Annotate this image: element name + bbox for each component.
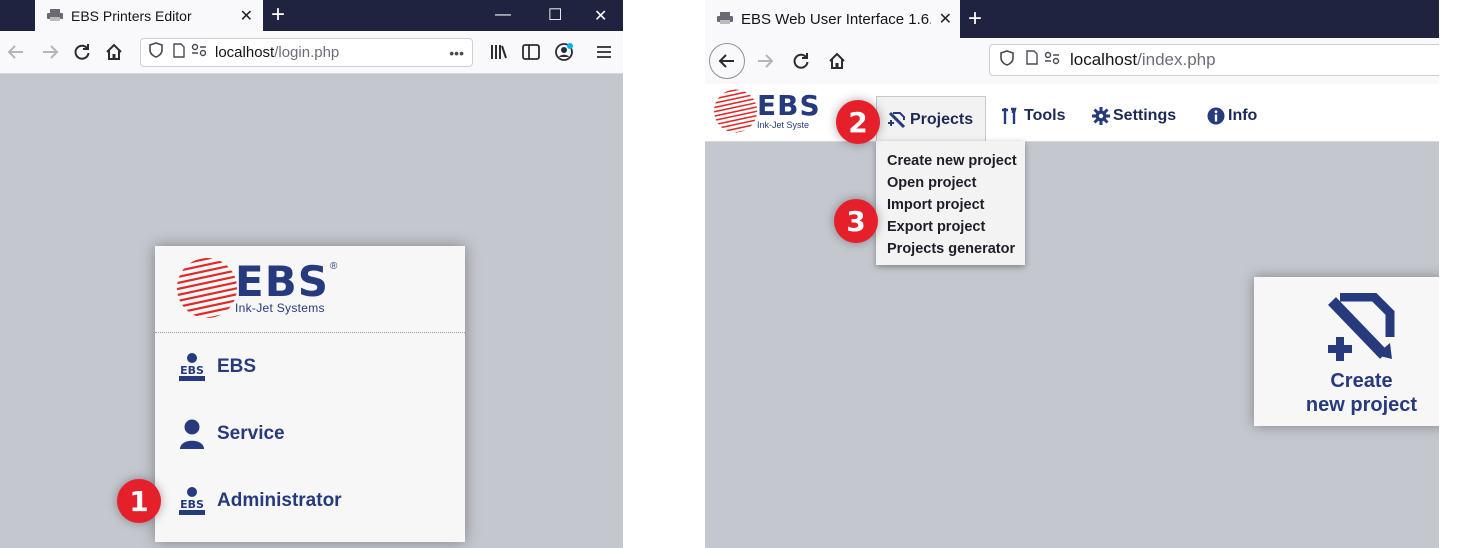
login-option-label: Service bbox=[217, 423, 285, 444]
ebs-logo: EBS ® Ink-Jet Systems bbox=[173, 256, 337, 320]
tab-close-icon[interactable]: ✕ bbox=[240, 6, 253, 26]
login-browser-window: EBS Printers Editor ✕ + — ☐ ✕ localhost/… bbox=[0, 0, 623, 548]
info-icon bbox=[1207, 107, 1225, 125]
tile-label: Create new project bbox=[1254, 369, 1439, 417]
page-icon bbox=[1026, 50, 1038, 70]
url-path: /index.php bbox=[1137, 50, 1216, 69]
registered-mark: ® bbox=[329, 261, 338, 272]
menu-label: Projects bbox=[910, 110, 974, 128]
home-icon[interactable] bbox=[102, 40, 126, 64]
step-badge-1: 1 bbox=[117, 479, 161, 523]
login-option-ebs[interactable]: EBS EBS bbox=[175, 347, 256, 387]
create-project-icon bbox=[1324, 292, 1400, 374]
home-icon[interactable] bbox=[825, 49, 849, 73]
app-browser-window: EBS Web User Interface 1.6. ✕ + localhos… bbox=[705, 0, 1439, 548]
url-path: /login.php bbox=[274, 44, 340, 61]
url-bar[interactable]: localhost/login.php ••• bbox=[140, 38, 473, 67]
shield-icon[interactable] bbox=[149, 42, 163, 63]
menu-label: Settings bbox=[1113, 107, 1177, 124]
menu-label: Tools bbox=[1024, 107, 1066, 124]
tile-label-line1: Create bbox=[1330, 370, 1393, 392]
ebs-user-icon: EBS bbox=[175, 350, 209, 384]
library-icon[interactable] bbox=[487, 40, 511, 64]
nav-toolbar: localhost/index.php bbox=[705, 38, 1439, 85]
ebs-user-icon: EBS bbox=[175, 484, 209, 518]
login-option-label: Administrator bbox=[217, 490, 342, 511]
url-host: localhost bbox=[1070, 50, 1138, 69]
tab-title: EBS Printers Editor bbox=[71, 7, 192, 24]
forward-arrow-icon[interactable] bbox=[753, 49, 777, 73]
menu-projects[interactable]: Projects bbox=[876, 96, 987, 142]
page-actions-icon[interactable]: ••• bbox=[449, 45, 464, 61]
close-window-button[interactable]: ✕ bbox=[594, 6, 607, 26]
svg-text:EBS: EBS bbox=[180, 498, 204, 511]
page-icon bbox=[173, 42, 185, 63]
menu-tools[interactable]: Tools bbox=[1001, 96, 1065, 136]
ebs-logo: EBS Ink-Jet Syste bbox=[711, 88, 821, 134]
reload-icon[interactable] bbox=[789, 49, 813, 73]
create-new-project-tile[interactable]: Create new project bbox=[1254, 277, 1439, 426]
tab-web-user-interface[interactable]: EBS Web User Interface 1.6. ✕ bbox=[705, 0, 960, 38]
menu-item-create-new-project[interactable]: Create new project bbox=[876, 150, 1025, 172]
url-bar[interactable]: localhost/index.php bbox=[989, 44, 1439, 76]
logo-tagline: Ink-Jet Systems bbox=[235, 301, 325, 315]
menu-item-import-project[interactable]: Import project bbox=[876, 194, 1025, 216]
ebs-logo-icon bbox=[714, 89, 758, 133]
tab-strip: EBS Printers Editor ✕ + — ☐ ✕ bbox=[0, 0, 623, 31]
printer-icon bbox=[717, 11, 733, 27]
step-badge-2: 2 bbox=[836, 100, 880, 144]
tile-label-line2: new project bbox=[1305, 394, 1418, 416]
minimize-button[interactable]: — bbox=[495, 6, 511, 24]
projects-icon bbox=[887, 111, 907, 129]
maximize-button[interactable]: ☐ bbox=[548, 5, 562, 25]
account-icon[interactable] bbox=[552, 40, 576, 64]
tab-strip: EBS Web User Interface 1.6. ✕ + bbox=[705, 0, 1439, 38]
back-arrow-icon[interactable] bbox=[709, 43, 745, 79]
forward-arrow-icon[interactable] bbox=[38, 40, 62, 64]
tab-printers-editor[interactable]: EBS Printers Editor ✕ bbox=[35, 0, 263, 31]
printer-icon bbox=[47, 8, 63, 24]
new-tab-button[interactable]: + bbox=[968, 7, 982, 31]
tab-close-icon[interactable]: ✕ bbox=[939, 9, 952, 29]
svg-text:EBS: EBS bbox=[180, 364, 204, 377]
gear-icon bbox=[1092, 107, 1110, 125]
login-card: EBS ® Ink-Jet Systems EBS EBS Service EB… bbox=[155, 246, 465, 542]
menu-item-export-project[interactable]: Export project bbox=[876, 216, 1025, 238]
menu-item-open-project[interactable]: Open project bbox=[876, 172, 1025, 194]
card-divider bbox=[155, 332, 465, 333]
permissions-icon[interactable] bbox=[1044, 51, 1060, 70]
menu-item-projects-generator[interactable]: Projects generator bbox=[876, 238, 1025, 260]
projects-dropdown: Create new project Open project Import p… bbox=[876, 141, 1025, 265]
new-tab-button[interactable]: + bbox=[271, 3, 285, 27]
menu-icon[interactable] bbox=[592, 40, 616, 64]
tab-title: EBS Web User Interface 1.6. bbox=[741, 10, 931, 28]
person-icon bbox=[175, 417, 209, 451]
nav-toolbar: localhost/login.php ••• bbox=[0, 31, 623, 74]
menu-label: Info bbox=[1228, 107, 1258, 124]
url-host: localhost bbox=[215, 44, 275, 61]
app-header: EBS Ink-Jet Syste Projects Tools Setting… bbox=[705, 84, 1439, 142]
menu-info[interactable]: Info bbox=[1207, 96, 1257, 136]
login-option-service[interactable]: Service bbox=[175, 414, 285, 454]
sidebar-icon[interactable] bbox=[519, 40, 543, 64]
shield-icon[interactable] bbox=[1000, 49, 1014, 71]
back-arrow-icon[interactable] bbox=[4, 40, 28, 64]
reload-icon[interactable] bbox=[70, 40, 94, 64]
logo-word: EBS bbox=[757, 89, 821, 122]
menu-settings[interactable]: Settings bbox=[1092, 96, 1176, 136]
permissions-icon[interactable] bbox=[191, 43, 207, 62]
tools-icon bbox=[1001, 107, 1021, 125]
login-option-administrator[interactable]: EBS Administrator bbox=[175, 481, 342, 521]
step-badge-3: 3 bbox=[834, 199, 878, 243]
login-option-label: EBS bbox=[217, 356, 257, 377]
logo-word: EBS bbox=[235, 257, 329, 306]
